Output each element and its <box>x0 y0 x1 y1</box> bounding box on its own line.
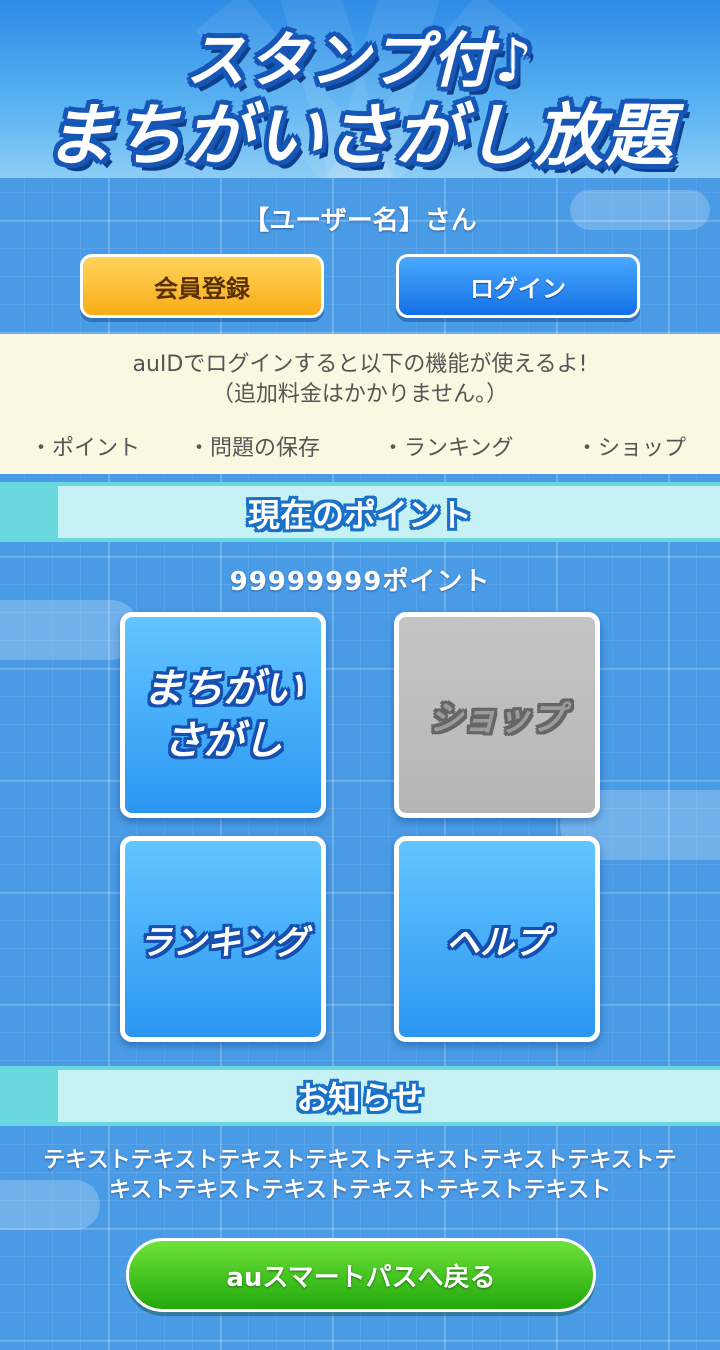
news-section-title: お知らせ <box>296 1079 424 1117</box>
login-info-text: auIDでログインすると以下の機能が使えるよ! （追加料金はかかりません。） <box>0 350 720 410</box>
feature-item-points: ・ポイント <box>30 436 141 461</box>
help-label: ヘルプ <box>446 922 548 963</box>
shop-label: ショップ <box>429 698 565 739</box>
feature-item-ranking: ・ランキング <box>382 436 514 461</box>
login-button[interactable]: ログイン <box>396 254 640 318</box>
help-tile[interactable]: ヘルプ <box>394 836 600 1042</box>
back-to-smartpass-button[interactable]: auスマートパスへ戻る <box>126 1238 596 1312</box>
feature-item-shop: ・ショップ <box>576 436 687 461</box>
login-info-line1: auIDでログインすると以下の機能が使えるよ! <box>132 352 588 377</box>
shop-tile[interactable]: ショップ <box>394 612 600 818</box>
login-info-line2: （追加料金はかかりません。） <box>211 382 509 407</box>
feature-list: ・ポイント ・問題の保存 ・ランキング ・ショップ <box>0 430 720 462</box>
app-title-line2: まちがいさがし放題 <box>44 97 675 176</box>
play-game-label-line1: まちがい <box>143 666 303 712</box>
play-game-label-line2: さがし <box>163 718 283 764</box>
register-button[interactable]: 会員登録 <box>80 254 324 318</box>
points-value: 99999999ポイント <box>229 567 491 597</box>
news-text: テキストテキストテキストテキストテキストテキストテキストテキストテキストテキスト… <box>43 1148 677 1203</box>
app-header: スタンプ付♪ まちがいさがし放題 <box>0 0 720 178</box>
cloud-decoration <box>0 600 140 660</box>
ranking-label: ランキング <box>138 922 308 963</box>
user-name-label: 【ユーザー名】さん <box>243 206 477 236</box>
points-section-title: 現在のポイント <box>247 496 472 534</box>
play-game-label: まちがい さがし <box>143 663 303 767</box>
ranking-tile[interactable]: ランキング <box>120 836 326 1042</box>
play-game-tile[interactable]: まちがい さがし <box>120 612 326 818</box>
feature-item-save: ・問題の保存 <box>188 436 321 461</box>
